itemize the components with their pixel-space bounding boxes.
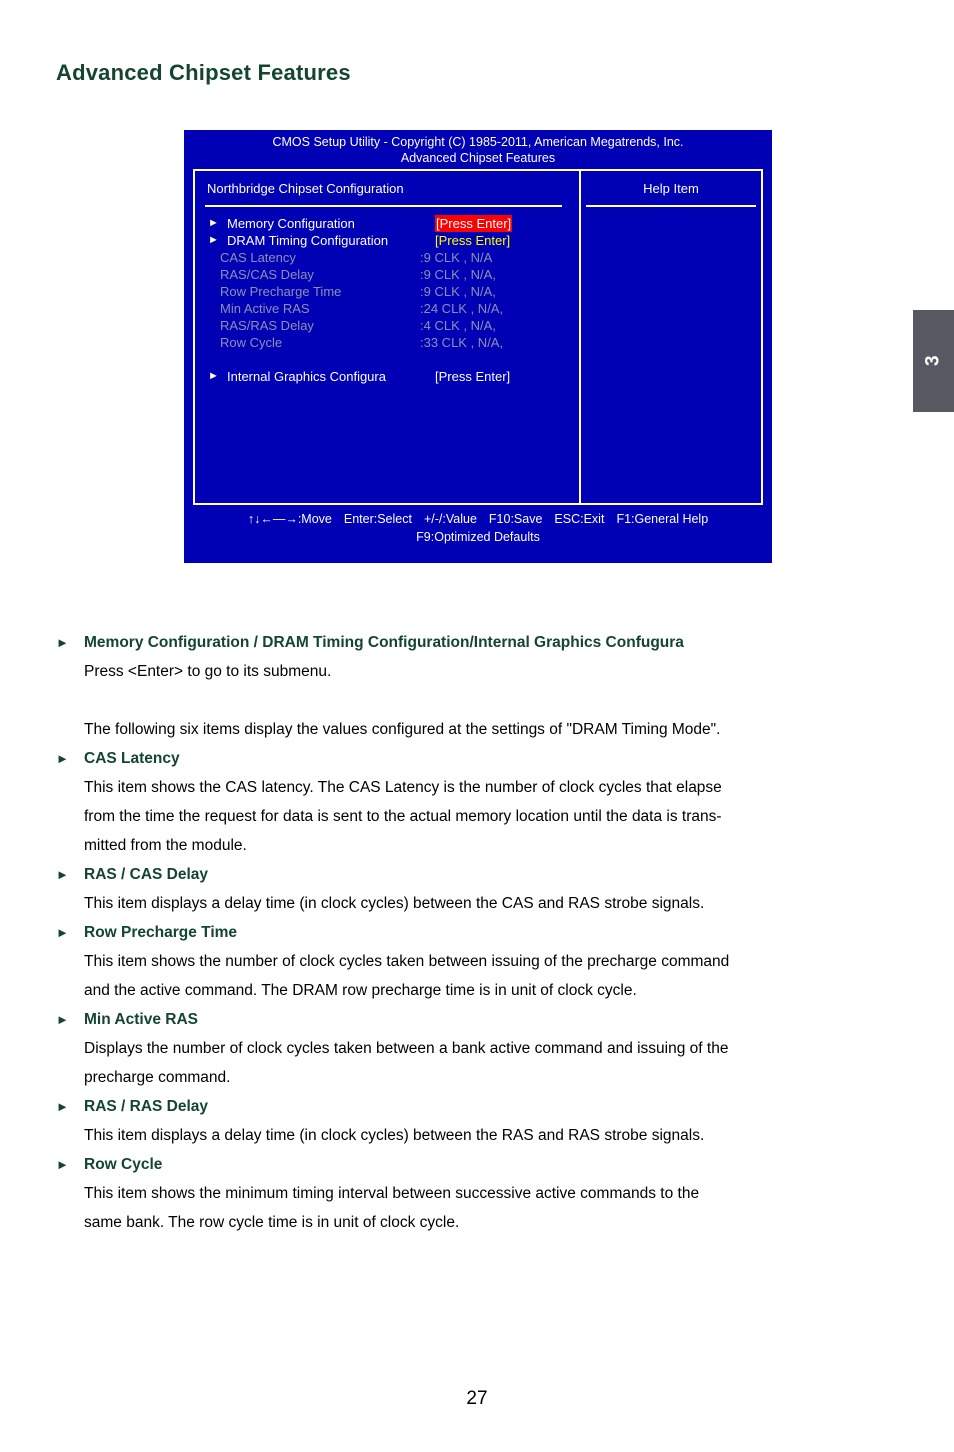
section-body-line: This item shows the CAS latency. The CAS…	[84, 779, 722, 796]
section-heading: ► Row Cycle	[56, 1150, 906, 1179]
section-body-line: and the active command. The DRAM row pre…	[84, 982, 637, 999]
section-body-line: same bank. The row cycle time is in unit…	[84, 1214, 460, 1231]
bios-menu-row[interactable]: ► Memory Configuration [Press Enter]	[195, 215, 581, 232]
bios-menu-label: DRAM Timing Configuration	[227, 233, 389, 248]
bios-menu-value: :33 CLK , N/A,	[420, 335, 504, 350]
bullet-arrow-icon: ►	[56, 867, 69, 882]
submenu-arrow-icon: ►	[208, 370, 219, 382]
bios-menu-row: RAS/RAS Delay :4 CLK , N/A,	[195, 317, 581, 334]
section-heading-text: Memory Configuration / DRAM Timing Confi…	[84, 634, 684, 651]
page-number: 27	[466, 1388, 488, 1409]
section-heading: ► CAS Latency	[56, 744, 906, 773]
bios-menu-label: Internal Graphics Configura	[227, 369, 386, 384]
bios-menu-row[interactable]: ► DRAM Timing Configuration [Press Enter]	[195, 232, 581, 249]
page-title: Advanced Chipset Features	[56, 60, 351, 85]
section-body-line: This item shows the minimum timing inter…	[84, 1185, 700, 1202]
section-heading: ► Memory Configuration / DRAM Timing Conf…	[56, 628, 906, 657]
bios-footer-key: F10:Save	[488, 512, 543, 526]
section-body-line: Displays the number of clock cycles take…	[84, 1040, 729, 1057]
bios-footer-key: ESC:Exit	[554, 512, 605, 526]
bios-menu-row: CAS Latency :9 CLK , N/A	[195, 249, 581, 266]
section-body-line: mitted from the module.	[84, 837, 247, 854]
section-heading-text: Min Active RAS	[84, 1011, 198, 1028]
section-heading: ► RAS / RAS Delay	[56, 1092, 906, 1121]
bios-menu-label: Min Active RAS	[220, 301, 310, 316]
submenu-arrow-icon: ►	[208, 217, 219, 229]
bios-menu-value: :4 CLK , N/A,	[420, 318, 496, 333]
bios-footer-defaults: F9:Optimized Defaults	[416, 530, 540, 544]
section-heading: ► RAS / CAS Delay	[56, 860, 906, 889]
bios-footer-key: ↑↓←—→:Move	[247, 512, 332, 526]
bios-menu-row: Min Active RAS :24 CLK , N/A,	[195, 300, 581, 317]
section-body-line: This item displays a delay time (in cloc…	[84, 1127, 705, 1144]
section-heading-text: Row Precharge Time	[84, 924, 238, 941]
section-title: Northbridge Chipset Configuration	[207, 181, 404, 196]
bios-menu-label: CAS Latency	[220, 250, 296, 265]
bullet-arrow-icon: ►	[56, 1099, 69, 1114]
help-item-divider	[586, 205, 756, 207]
section-body-line: This item displays a delay time (in cloc…	[84, 895, 705, 912]
bios-menu-value[interactable]: [Press Enter]	[435, 232, 510, 249]
menu-spacer	[195, 351, 581, 368]
bios-menu-label: Memory Configuration	[227, 216, 355, 231]
bios-footer-key: F1:General Help	[616, 512, 709, 526]
section-body-line: precharge command.	[84, 1069, 231, 1086]
bullet-arrow-icon: ►	[56, 1012, 69, 1027]
bullet-arrow-icon: ►	[56, 751, 69, 766]
submenu-arrow-icon: ►	[208, 234, 219, 246]
bullet-arrow-icon: ►	[56, 1157, 69, 1172]
bios-footer-key: Enter:Select	[343, 512, 412, 526]
bios-title-line1: CMOS Setup Utility - Copyright (C) 1985-…	[272, 135, 684, 149]
bios-title: CMOS Setup Utility - Copyright (C) 1985-…	[184, 134, 772, 166]
bios-footer-key: +/-/:Value	[423, 512, 477, 526]
bios-menu-row: RAS/CAS Delay :9 CLK , N/A,	[195, 266, 581, 283]
help-item-title: Help Item	[643, 181, 699, 196]
bios-menu-row: Row Cycle :33 CLK , N/A,	[195, 334, 581, 351]
bios-menu-list: ► Memory Configuration [Press Enter] ► DRAM …	[195, 215, 581, 385]
section-heading-text: RAS / RAS Delay	[84, 1098, 209, 1115]
bullet-arrow-icon: ►	[56, 925, 69, 940]
bios-menu-row[interactable]: ► Internal Graphics Configura [Press Enter…	[195, 368, 581, 385]
bios-menu-label: RAS/RAS Delay	[220, 318, 314, 333]
section-heading-text: CAS Latency	[84, 750, 180, 767]
section-heading: ► Row Precharge Time	[56, 918, 906, 947]
section-heading-text: Row Cycle	[84, 1156, 163, 1173]
section-body-line: Press <Enter> to go to its submenu.	[84, 663, 332, 680]
bios-footer: ↑↓←—→:Move Enter:Select +/-/:Value F10:Save…	[184, 510, 772, 546]
bios-menu-row: Row Precharge Time :9 CLK , N/A,	[195, 283, 581, 300]
bios-left-pane: Northbridge Chipset Configuration ► Memor…	[195, 171, 581, 503]
section-heading: ► Min Active RAS	[56, 1005, 906, 1034]
bios-body: Northbridge Chipset Configuration ► Memor…	[193, 169, 763, 505]
section-heading-text: RAS / CAS Delay	[84, 866, 209, 883]
bullet-arrow-icon: ►	[56, 635, 69, 650]
body-copy: ► Memory Configuration / DRAM Timing Conf…	[56, 628, 906, 1237]
bios-menu-label: Row Precharge Time	[220, 284, 342, 299]
section-body-line: from the time the request for data is se…	[84, 808, 722, 825]
section-body-line: This item shows the number of clock cycl…	[84, 953, 730, 970]
bios-title-line2: Advanced Chipset Features	[400, 151, 556, 165]
bios-menu-value: :9 CLK , N/A,	[420, 284, 496, 299]
bios-menu-value: :9 CLK , N/A,	[420, 267, 496, 282]
bios-menu-label: RAS/CAS Delay	[220, 267, 314, 282]
chapter-tab: 3	[913, 310, 954, 412]
chapter-tab-number: 3	[922, 355, 944, 367]
bios-help-pane: Help Item	[581, 171, 761, 503]
bios-menu-value: :9 CLK , N/A	[420, 250, 493, 265]
bios-setup-screenshot: CMOS Setup Utility - Copyright (C) 1985-…	[184, 130, 772, 563]
intro-paragraph: The following six items display the valu…	[84, 721, 721, 738]
bios-menu-label: Row Cycle	[220, 335, 283, 350]
section-divider	[205, 205, 562, 207]
bios-menu-value: :24 CLK , N/A,	[420, 301, 504, 316]
bios-menu-value[interactable]: [Press Enter]	[435, 368, 510, 385]
bios-menu-value[interactable]: [Press Enter]	[435, 215, 513, 232]
bios-footer-keys: ↑↓←—→:Move Enter:Select +/-/:Value F10:Save…	[184, 510, 772, 528]
